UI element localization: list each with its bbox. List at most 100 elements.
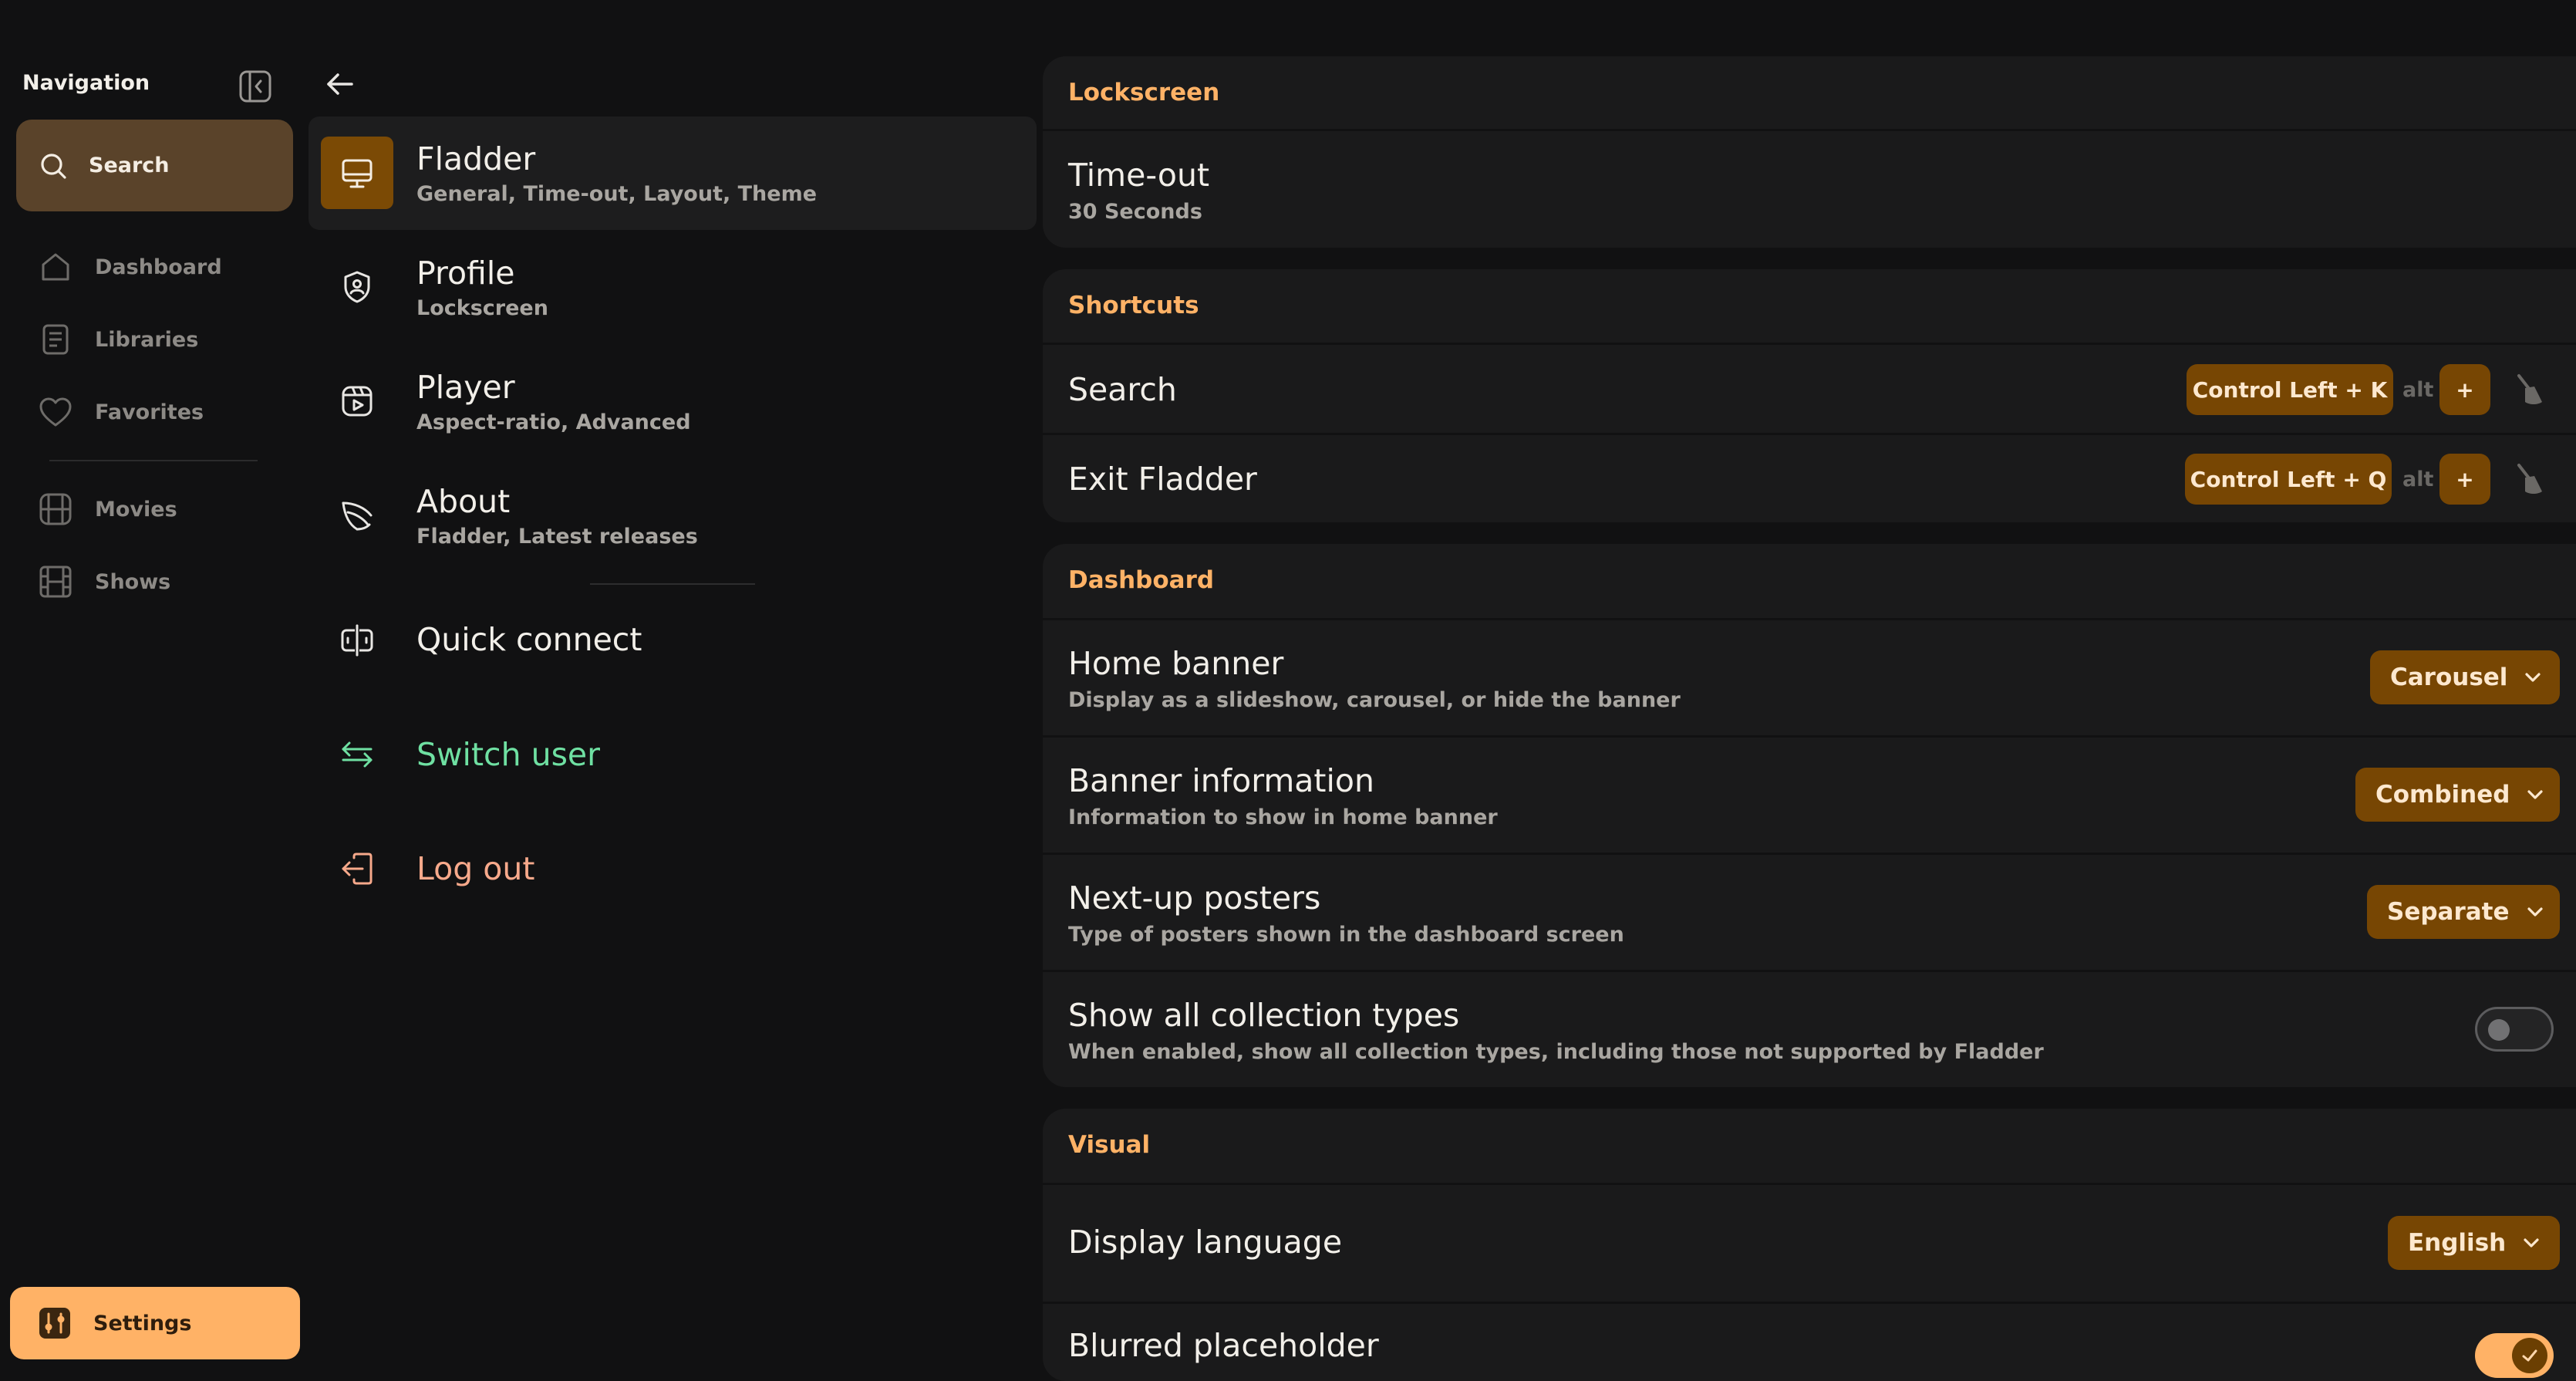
nav-item-label: Favorites — [95, 400, 204, 424]
toggle-knob — [2488, 1019, 2510, 1041]
display-language-title: Display language — [1068, 1224, 1343, 1261]
category-divider — [590, 583, 755, 585]
category-subtitle: Fladder, Latest releases — [416, 524, 698, 549]
category-subtitle: Aspect-ratio, Advanced — [416, 410, 691, 434]
broom-icon — [2517, 464, 2542, 494]
timeout-row[interactable] — [1043, 131, 2576, 248]
nav-item-label: Shows — [95, 569, 171, 594]
row-separator — [1043, 343, 2576, 345]
category-subtitle: Lockscreen — [416, 295, 548, 320]
check-icon — [2522, 1349, 2537, 1362]
home-banner-value: Carousel — [2390, 663, 2508, 691]
row-separator — [1043, 735, 2576, 738]
nav-item-label: Dashboard — [95, 255, 222, 279]
film-strip-icon — [39, 566, 72, 598]
collection-types-title: Show all collection types — [1068, 997, 1460, 1034]
chevron-down-icon — [2524, 1238, 2539, 1248]
shortcut-search-reset-button[interactable] — [2511, 371, 2548, 408]
category-subtitle: General, Time-out, Layout, Theme — [416, 181, 818, 206]
chevron-down-icon — [2525, 673, 2541, 682]
log-out-button[interactable]: Log out — [321, 850, 534, 887]
timeout-value: 30 Seconds — [1068, 200, 1202, 224]
collection-types-subtitle: When enabled, show all collection types,… — [1068, 1040, 2044, 1064]
category-profile[interactable]: Profile Lockscreen — [321, 251, 548, 323]
section-header-lockscreen: Lockscreen — [1068, 79, 1220, 106]
shortcut-search-title: Search — [1068, 371, 1177, 408]
logout-icon — [321, 850, 393, 887]
toggle-knob — [2512, 1338, 2547, 1373]
shortcut-search-add-button[interactable]: + — [2439, 364, 2490, 415]
home-banner-title: Home banner — [1068, 645, 1284, 682]
nav-item-shows[interactable]: Shows — [37, 560, 170, 603]
shortcut-exit-add-button[interactable]: + — [2439, 454, 2490, 505]
row-separator — [1043, 433, 2576, 435]
category-title: Profile — [416, 254, 515, 292]
shortcut-search-key[interactable]: Control Left + K — [2187, 364, 2393, 415]
home-banner-subtitle: Display as a slideshow, carousel, or hid… — [1068, 688, 1681, 712]
collection-types-toggle[interactable] — [2475, 1007, 2554, 1052]
switch-user-label: Switch user — [416, 736, 601, 773]
monitor-icon — [321, 137, 393, 209]
shortcut-exit-alt-label: alt — [2402, 468, 2434, 491]
shortcut-exit-key[interactable]: Control Left + Q — [2185, 454, 2392, 505]
arrow-left-icon — [327, 73, 353, 95]
log-out-label: Log out — [416, 850, 535, 887]
broom-icon — [2517, 374, 2542, 404]
banner-info-subtitle: Information to show in home banner — [1068, 805, 1498, 829]
row-separator — [1043, 618, 2576, 620]
category-fladder[interactable]: Fladder General, Time-out, Layout, Theme — [321, 137, 817, 209]
banner-info-value: Combined — [2375, 781, 2510, 809]
search-icon — [41, 153, 66, 179]
heart-icon — [39, 397, 72, 427]
category-title: Player — [416, 368, 515, 406]
row-separator — [1043, 970, 2576, 972]
category-player[interactable]: Player Aspect-ratio, Advanced — [321, 365, 691, 437]
nav-search-label: Search — [89, 154, 170, 177]
section-header-shortcuts: Shortcuts — [1068, 292, 1199, 319]
section-header-dashboard: Dashboard — [1068, 566, 1215, 594]
user-shield-icon — [321, 251, 393, 323]
display-language-dropdown[interactable]: English — [2388, 1216, 2560, 1270]
banner-info-title: Banner information — [1068, 762, 1374, 799]
chevron-down-icon — [2527, 790, 2544, 799]
nextup-posters-title: Next-up posters — [1068, 880, 1321, 917]
shortcut-exit-reset-button[interactable] — [2511, 461, 2548, 498]
switch-user-button[interactable]: Switch user — [321, 736, 600, 773]
nav-divider — [49, 460, 258, 461]
nav-item-favorites[interactable]: Favorites — [37, 390, 204, 434]
collapse-sidebar-button[interactable] — [238, 69, 273, 104]
category-title: Fladder — [416, 140, 536, 177]
swap-arrows-icon — [321, 736, 393, 773]
back-button[interactable] — [322, 66, 358, 102]
book-icon — [42, 324, 69, 355]
shortcut-search-alt-label: alt — [2402, 378, 2434, 402]
chevron-down-icon — [2527, 907, 2543, 917]
video-icon — [321, 365, 393, 437]
nav-item-movies[interactable]: Movies — [37, 488, 177, 531]
section-header-visual: Visual — [1068, 1131, 1151, 1159]
row-separator — [1043, 1302, 2576, 1304]
quick-connect-icon — [321, 621, 393, 658]
category-title: About — [416, 482, 511, 520]
navigation-title: Navigation — [22, 71, 150, 95]
shortcut-exit-title: Exit Fladder — [1068, 461, 1257, 498]
blurred-placeholder-toggle[interactable] — [2475, 1333, 2554, 1378]
sidebar-collapse-icon — [239, 70, 271, 103]
banner-info-dropdown[interactable]: Combined — [2355, 768, 2560, 822]
nav-settings-button[interactable]: Settings — [10, 1287, 300, 1359]
sliders-icon — [39, 1308, 70, 1339]
nextup-posters-value: Separate — [2387, 898, 2510, 926]
nav-item-dashboard[interactable]: Dashboard — [37, 245, 222, 289]
nav-search-button[interactable]: Search — [16, 120, 293, 211]
film-icon — [39, 493, 72, 525]
quick-connect-label: Quick connect — [416, 621, 642, 658]
nav-item-libraries[interactable]: Libraries — [37, 318, 198, 361]
category-about[interactable]: About Fladder, Latest releases — [321, 479, 698, 552]
nextup-posters-dropdown[interactable]: Separate — [2367, 885, 2560, 939]
blurred-placeholder-title: Blurred placeholder — [1068, 1327, 1379, 1364]
nav-item-label: Movies — [95, 497, 177, 522]
nav-item-label: Libraries — [95, 327, 199, 352]
quick-connect-button[interactable]: Quick connect — [321, 621, 642, 658]
timeout-title: Time-out — [1068, 157, 1210, 194]
home-banner-dropdown[interactable]: Carousel — [2370, 650, 2560, 704]
